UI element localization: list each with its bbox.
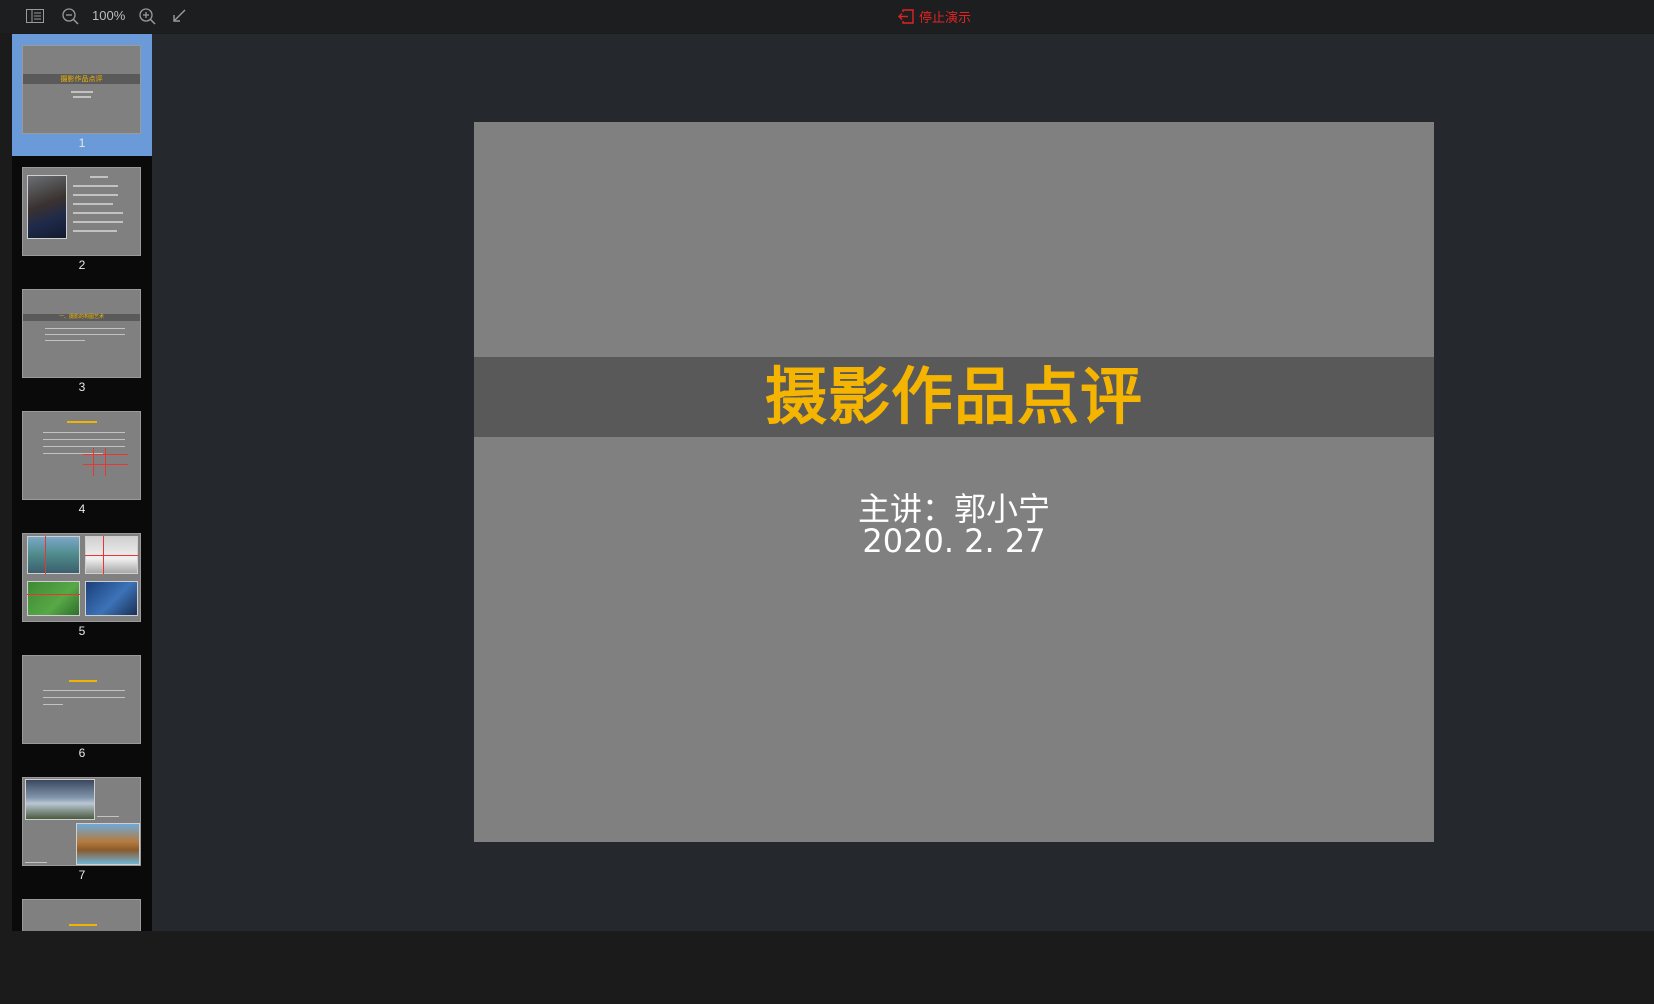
sidebar-toggle-icon [26,9,44,23]
stop-presentation-label: 停止演示 [919,10,972,26]
thumbnail-preview [22,777,141,866]
thumbnail-title: 一、摄影的构图艺术 [58,314,104,320]
slide-date: 2020. 2. 27 [862,522,1046,560]
zoom-level: 100% [92,8,126,23]
slide-stage: 摄影作品点评 主讲：郭小宁 2020. 2. 27 [152,34,1654,931]
thumbnail-photo [85,581,138,616]
thumbnail-number: 7 [78,868,86,882]
thumbnail-slide-8[interactable]: 8 [12,888,152,931]
exit-fullscreen-icon [173,9,186,22]
title-band: 摄影作品点评 [474,357,1434,437]
thumbnail-slide-6[interactable]: 6 [12,644,152,766]
stop-presentation-button[interactable]: 停止演示 [898,6,971,26]
slide-title: 摄影作品点评 [764,360,1143,433]
thumbnail-preview [22,411,141,500]
thumbnail-preview [22,533,141,622]
sidebar-toggle-button[interactable] [24,6,46,26]
thumbnail-title: 摄影作品点评 [60,75,103,83]
zoom-in-icon [138,7,156,25]
thumbnail-photo [25,779,95,820]
exit-fullscreen-button[interactable] [170,6,188,26]
thumbnail-slide-5[interactable]: 5 [12,522,152,644]
thumbnail-number: 6 [78,746,86,760]
thumbnail-photo [27,581,80,616]
thumbnail-preview: 摄影作品点评 [22,45,141,134]
thumbnail-number: 3 [78,380,86,394]
thumbnail-photo [27,536,80,574]
thumbnail-photo [76,823,140,865]
bottom-bar [0,931,1654,1004]
portrait-photo [27,175,67,239]
stop-presentation-icon [898,8,914,24]
zoom-in-button[interactable] [137,6,157,26]
zoom-out-icon [61,7,79,25]
thumbnail-slide-3[interactable]: 一、摄影的构图艺术 3 [12,278,152,400]
thumbnail-slide-2[interactable]: 2 [12,156,152,278]
thumbnail-number: 4 [78,502,86,516]
thumbnail-preview [22,655,141,744]
thumbnail-number: 5 [78,624,86,638]
thumbnail-slide-1[interactable]: 摄影作品点评 1 [12,34,152,156]
zoom-out-button[interactable] [60,6,80,26]
thumbnail-number: 1 [78,136,86,150]
thumbnail-preview [22,899,141,931]
thumbnail-preview: 一、摄影的构图艺术 [22,289,141,378]
presentation-toolbar: 100% 停止演示 [0,0,1654,33]
thumbnail-number: 2 [78,258,86,272]
thumbnail-slide-4[interactable]: 4 [12,400,152,522]
thumbnail-slide-7[interactable]: 7 [12,766,152,888]
thumbnail-preview [22,167,141,256]
slide-thumbnail-panel[interactable]: 摄影作品点评 1 2 一、摄影的构图艺术 3 4 5 6 7 [12,34,152,931]
current-slide[interactable]: 摄影作品点评 主讲：郭小宁 2020. 2. 27 [474,122,1434,842]
